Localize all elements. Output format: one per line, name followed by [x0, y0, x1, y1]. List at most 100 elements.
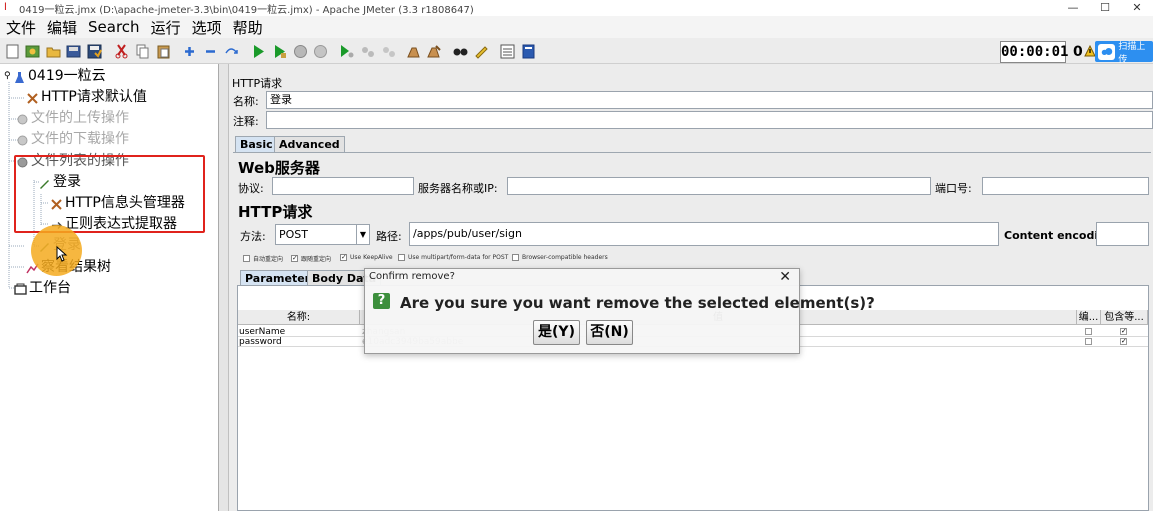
remote-start-icon[interactable] [338, 43, 355, 60]
checkbox[interactable] [512, 254, 519, 261]
mouse-pointer-icon [56, 245, 68, 262]
new-icon[interactable] [4, 43, 21, 60]
tab-basic[interactable]: Basic [235, 136, 278, 152]
tab-advanced[interactable]: Advanced [274, 136, 345, 152]
paste-icon[interactable] [155, 43, 172, 60]
name-input[interactable]: 登录 [266, 91, 1153, 109]
function-helper-icon[interactable] [499, 43, 516, 60]
dialog-title: Confirm remove? [369, 271, 455, 282]
help-icon[interactable] [520, 43, 537, 60]
method-select[interactable]: POST ▼ [275, 224, 370, 245]
stop-icon[interactable] [292, 43, 309, 60]
templates-icon[interactable] [24, 43, 41, 60]
protocol-input[interactable] [272, 177, 414, 195]
checkbox[interactable]: ✓ [340, 254, 347, 261]
column-header-encode[interactable]: 编... [1077, 310, 1101, 325]
encoding-input[interactable] [1096, 222, 1149, 246]
option-auto-redirect[interactable]: 自动重定向 [243, 254, 283, 263]
toolbar [0, 40, 1153, 64]
tree-node-upload[interactable]: 文件的上传操作 [16, 108, 129, 129]
shutdown-icon[interactable] [312, 43, 329, 60]
save-icon[interactable] [86, 43, 103, 60]
yes-button[interactable]: 是(Y) [533, 320, 580, 345]
comment-input[interactable] [266, 111, 1153, 129]
open-icon[interactable] [45, 43, 62, 60]
option-multipart[interactable]: Use multipart/form-data for POST [398, 254, 508, 261]
dialog-close-button[interactable]: ✕ [779, 269, 791, 285]
option-label: Browser-compatible headers [522, 254, 608, 261]
dialog-message: Are you sure you want remove the selecte… [400, 294, 875, 312]
reset-search-icon[interactable] [473, 43, 490, 60]
option-label: Use KeepAlive [350, 254, 393, 261]
clear-all-icon[interactable] [426, 43, 443, 60]
tab-divider [233, 152, 1151, 153]
option-follow-redirects[interactable]: ✓ 跟随重定向 [291, 254, 331, 263]
window-titlebar: ⅼ 0419一粒云.jmx (D:\apache-jmeter-3.3\bin\… [0, 0, 1153, 16]
panel-heading: HTTP请求 [232, 77, 283, 90]
include-checkbox[interactable]: ✓ [1120, 338, 1127, 345]
menu-file[interactable]: 文件 [6, 17, 36, 38]
clear-icon[interactable] [405, 43, 422, 60]
server-input[interactable] [507, 177, 931, 195]
menu-edit[interactable]: 编辑 [47, 17, 77, 38]
tree-node-http-defaults[interactable]: HTTP请求默认值 [26, 87, 147, 108]
method-value: POST [279, 228, 308, 241]
cloud-upload-button[interactable]: 扫描上传 [1095, 41, 1153, 65]
tree-label: 0419一粒云 [28, 68, 106, 84]
column-header-include[interactable]: 包含等... [1101, 310, 1148, 325]
remote-stop-icon[interactable] [359, 43, 376, 60]
menu-help[interactable]: 帮助 [233, 17, 263, 38]
tree-node-download[interactable]: 文件的下载操作 [16, 129, 129, 150]
gear-icon [16, 133, 29, 146]
port-input[interactable] [982, 177, 1149, 195]
column-header-name[interactable]: 名称: [238, 310, 360, 325]
start-icon[interactable] [250, 43, 267, 60]
chevron-down-icon[interactable]: ▼ [356, 225, 369, 244]
wrench-icon [26, 91, 39, 104]
menu-search[interactable]: Search [88, 18, 140, 36]
toggle-icon[interactable] [223, 43, 240, 60]
encode-checkbox[interactable] [1085, 338, 1092, 345]
cloud-upload-label: 扫描上传 [1118, 41, 1146, 65]
test-plan-tree: ⚲ 0419一粒云 HTTP请求默认值 文件的上传操作 文件的下载操作 文件列表… [0, 64, 219, 511]
menu-run[interactable]: 运行 [151, 17, 181, 38]
cloud-icon [1098, 43, 1116, 60]
tree-node-workbench[interactable]: 工作台 [14, 278, 71, 299]
checkbox[interactable]: ✓ [291, 255, 298, 262]
tree-node-test-plan[interactable]: ⚲ 0419一粒云 [4, 66, 106, 87]
option-label: 自动重定向 [253, 256, 284, 263]
option-keepalive[interactable]: ✓ Use KeepAlive [340, 254, 393, 261]
minimize-button[interactable]: — [1057, 0, 1089, 16]
port-label: 端口号: [935, 182, 972, 195]
close-window-button[interactable]: ✕ [1121, 0, 1153, 16]
tree-label: 文件的下载操作 [31, 131, 129, 147]
cut-icon[interactable] [113, 43, 130, 60]
flask-icon [13, 70, 26, 83]
copy-icon[interactable] [134, 43, 151, 60]
tree-label: 工作台 [29, 280, 71, 296]
path-input[interactable]: /apps/pub/user/sign [409, 222, 999, 246]
jmeter-app-icon: ⅼ [4, 2, 7, 13]
checkbox[interactable] [398, 254, 405, 261]
option-label: Use multipart/form-data for POST [408, 254, 509, 261]
name-label: 名称: [233, 95, 259, 108]
expand-icon[interactable] [181, 43, 198, 60]
elapsed-timer: 00:00:01 [1000, 41, 1068, 63]
search-icon[interactable] [452, 43, 469, 60]
no-button[interactable]: 否(N) [586, 320, 633, 345]
start-no-pause-icon[interactable] [271, 43, 288, 60]
menu-options[interactable]: 选项 [192, 17, 222, 38]
tree-label: HTTP请求默认值 [41, 89, 147, 105]
encode-checkbox[interactable] [1085, 328, 1092, 335]
panel-splitter[interactable] [219, 64, 229, 511]
remote-exit-icon[interactable] [380, 43, 397, 60]
option-browser-headers[interactable]: Browser-compatible headers [512, 254, 608, 261]
web-server-title: Web服务器 [238, 159, 320, 177]
tree-toggle-icon[interactable]: ⚲ [4, 66, 13, 87]
checkbox[interactable] [243, 255, 250, 262]
tree-label: 文件的上传操作 [31, 110, 129, 126]
collapse-icon[interactable] [202, 43, 219, 60]
maximize-button[interactable]: ☐ [1089, 0, 1121, 16]
close-icon[interactable] [65, 43, 82, 60]
include-checkbox[interactable]: ✓ [1120, 328, 1127, 335]
